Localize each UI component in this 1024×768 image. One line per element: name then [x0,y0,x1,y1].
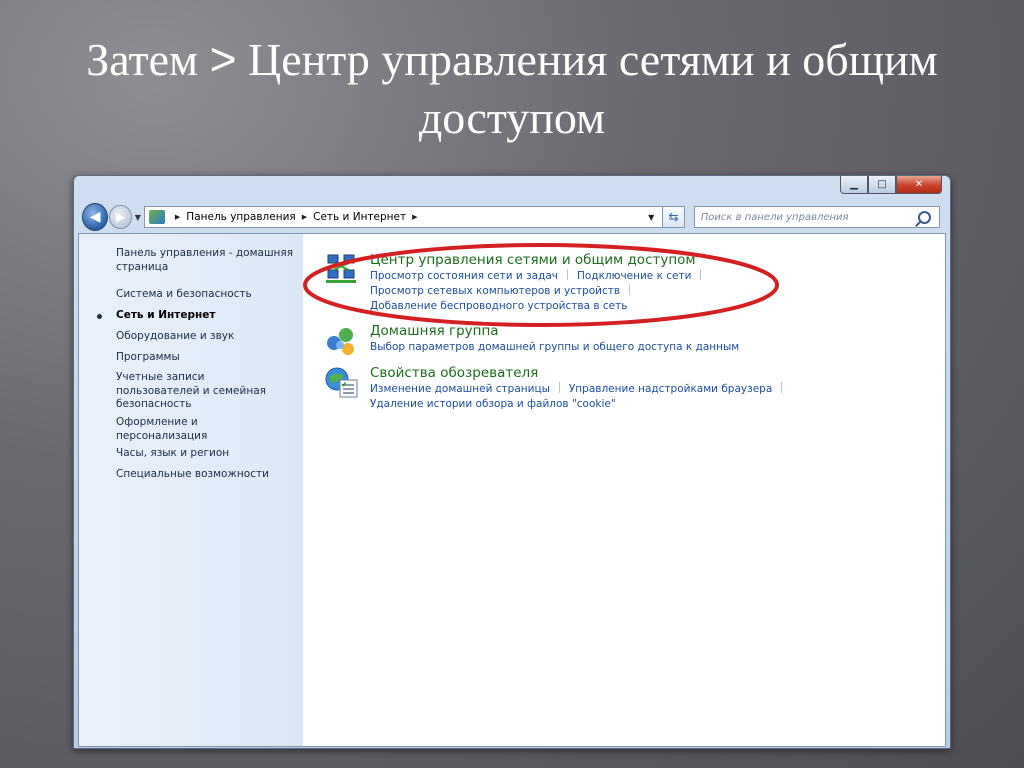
highlight-ellipse [303,243,779,327]
link-separator [558,382,560,393]
breadcrumb-arrow-icon[interactable]: ▶ [412,213,417,221]
search-box [693,206,941,228]
forward-arrow-icon: ▶ [115,210,126,224]
address-bar[interactable]: ▶ Панель управления ▶ Сеть и Интернет ▶ … [143,206,664,228]
recent-pages-dropdown[interactable]: ▼ [135,213,141,222]
link-row: Изменение домашней страницы Управление на… [370,382,930,397]
back-arrow-icon: ◀ [89,209,101,225]
sidebar-item-clock-language[interactable]: Часы, язык и регион [116,447,296,461]
slide-title-line-1: Затем > Центр управления сетями и общим [0,30,1024,89]
link-homegroup-settings[interactable]: Выбор параметров домашней группы и общег… [370,341,739,353]
sidebar-item-appearance[interactable]: Оформление и персонализация [116,416,226,443]
breadcrumb-arrow-icon[interactable]: ▶ [175,213,180,221]
sidebar-item-accessibility[interactable]: Специальные возможности [116,468,296,482]
navigation-bar: ◀ ▶ ▼ ▶ Панель управления ▶ Сеть и Интер… [82,203,941,231]
slide-title-line-2: доступом [418,92,606,143]
control-panel-window: ▁ □ ✕ ◀ ▶ ▼ ▶ Панель управления ▶ Сеть и… [73,175,951,749]
breadcrumb-arrow-icon[interactable]: ▶ [302,213,307,221]
link-delete-browsing-history[interactable]: Удаление истории обзора и файлов "cookie… [370,398,616,410]
address-history-dropdown[interactable]: ▼ [648,213,654,222]
breadcrumb-control-panel[interactable]: Панель управления [186,211,295,223]
category-links-internet-options: Изменение домашней страницы Управление на… [370,382,930,412]
content-area: Панель управления - домашняя страница Си… [78,233,946,747]
link-manage-add-ons[interactable]: Управление надстройками браузера [569,383,772,395]
slide-title: Затем > Центр управления сетями и общим … [0,30,1024,147]
category-title-internet-options[interactable]: Свойства обозревателя [370,365,538,381]
window-controls: ▁ □ ✕ [840,176,942,194]
link-row: Удаление истории обзора и файлов "cookie… [370,397,930,412]
back-button[interactable]: ◀ [82,203,109,231]
sidebar: Панель управления - домашняя страница Си… [79,234,303,746]
sidebar-item-hardware-sound[interactable]: Оборудование и звук [116,330,296,344]
close-button[interactable]: ✕ [896,176,942,194]
sidebar-item-system-security[interactable]: Система и безопасность [116,288,296,302]
refresh-button[interactable]: ⇆ [663,206,685,228]
search-input[interactable] [694,208,919,226]
slide-title-prefix: Затем [86,34,199,85]
slide-title-rest: Центр управления сетями и общим [248,34,938,85]
category-links-homegroup: Выбор параметров домашней группы и общег… [370,340,930,355]
internet-options-icon [325,367,358,398]
minimize-button[interactable]: ▁ [840,176,868,194]
refresh-icon: ⇆ [668,210,679,224]
sidebar-home-link[interactable]: Панель управления - домашняя страница [116,247,296,274]
link-change-home-page[interactable]: Изменение домашней страницы [370,383,550,395]
sidebar-item-network-internet[interactable]: Сеть и Интернет [116,309,296,323]
maximize-button[interactable]: □ [868,176,896,194]
slide-title-arrow: > [209,33,237,85]
sidebar-item-programs[interactable]: Программы [116,351,296,365]
link-row: Выбор параметров домашней группы и общег… [370,340,930,355]
forward-button[interactable]: ▶ [109,205,132,229]
breadcrumb-network-internet[interactable]: Сеть и Интернет [313,211,406,223]
active-indicator-icon [97,314,102,319]
control-panel-icon [148,210,165,224]
link-separator [781,382,783,393]
search-icon[interactable] [918,210,932,224]
sidebar-item-user-accounts[interactable]: Учетные записи пользователей и семейная … [116,371,284,412]
